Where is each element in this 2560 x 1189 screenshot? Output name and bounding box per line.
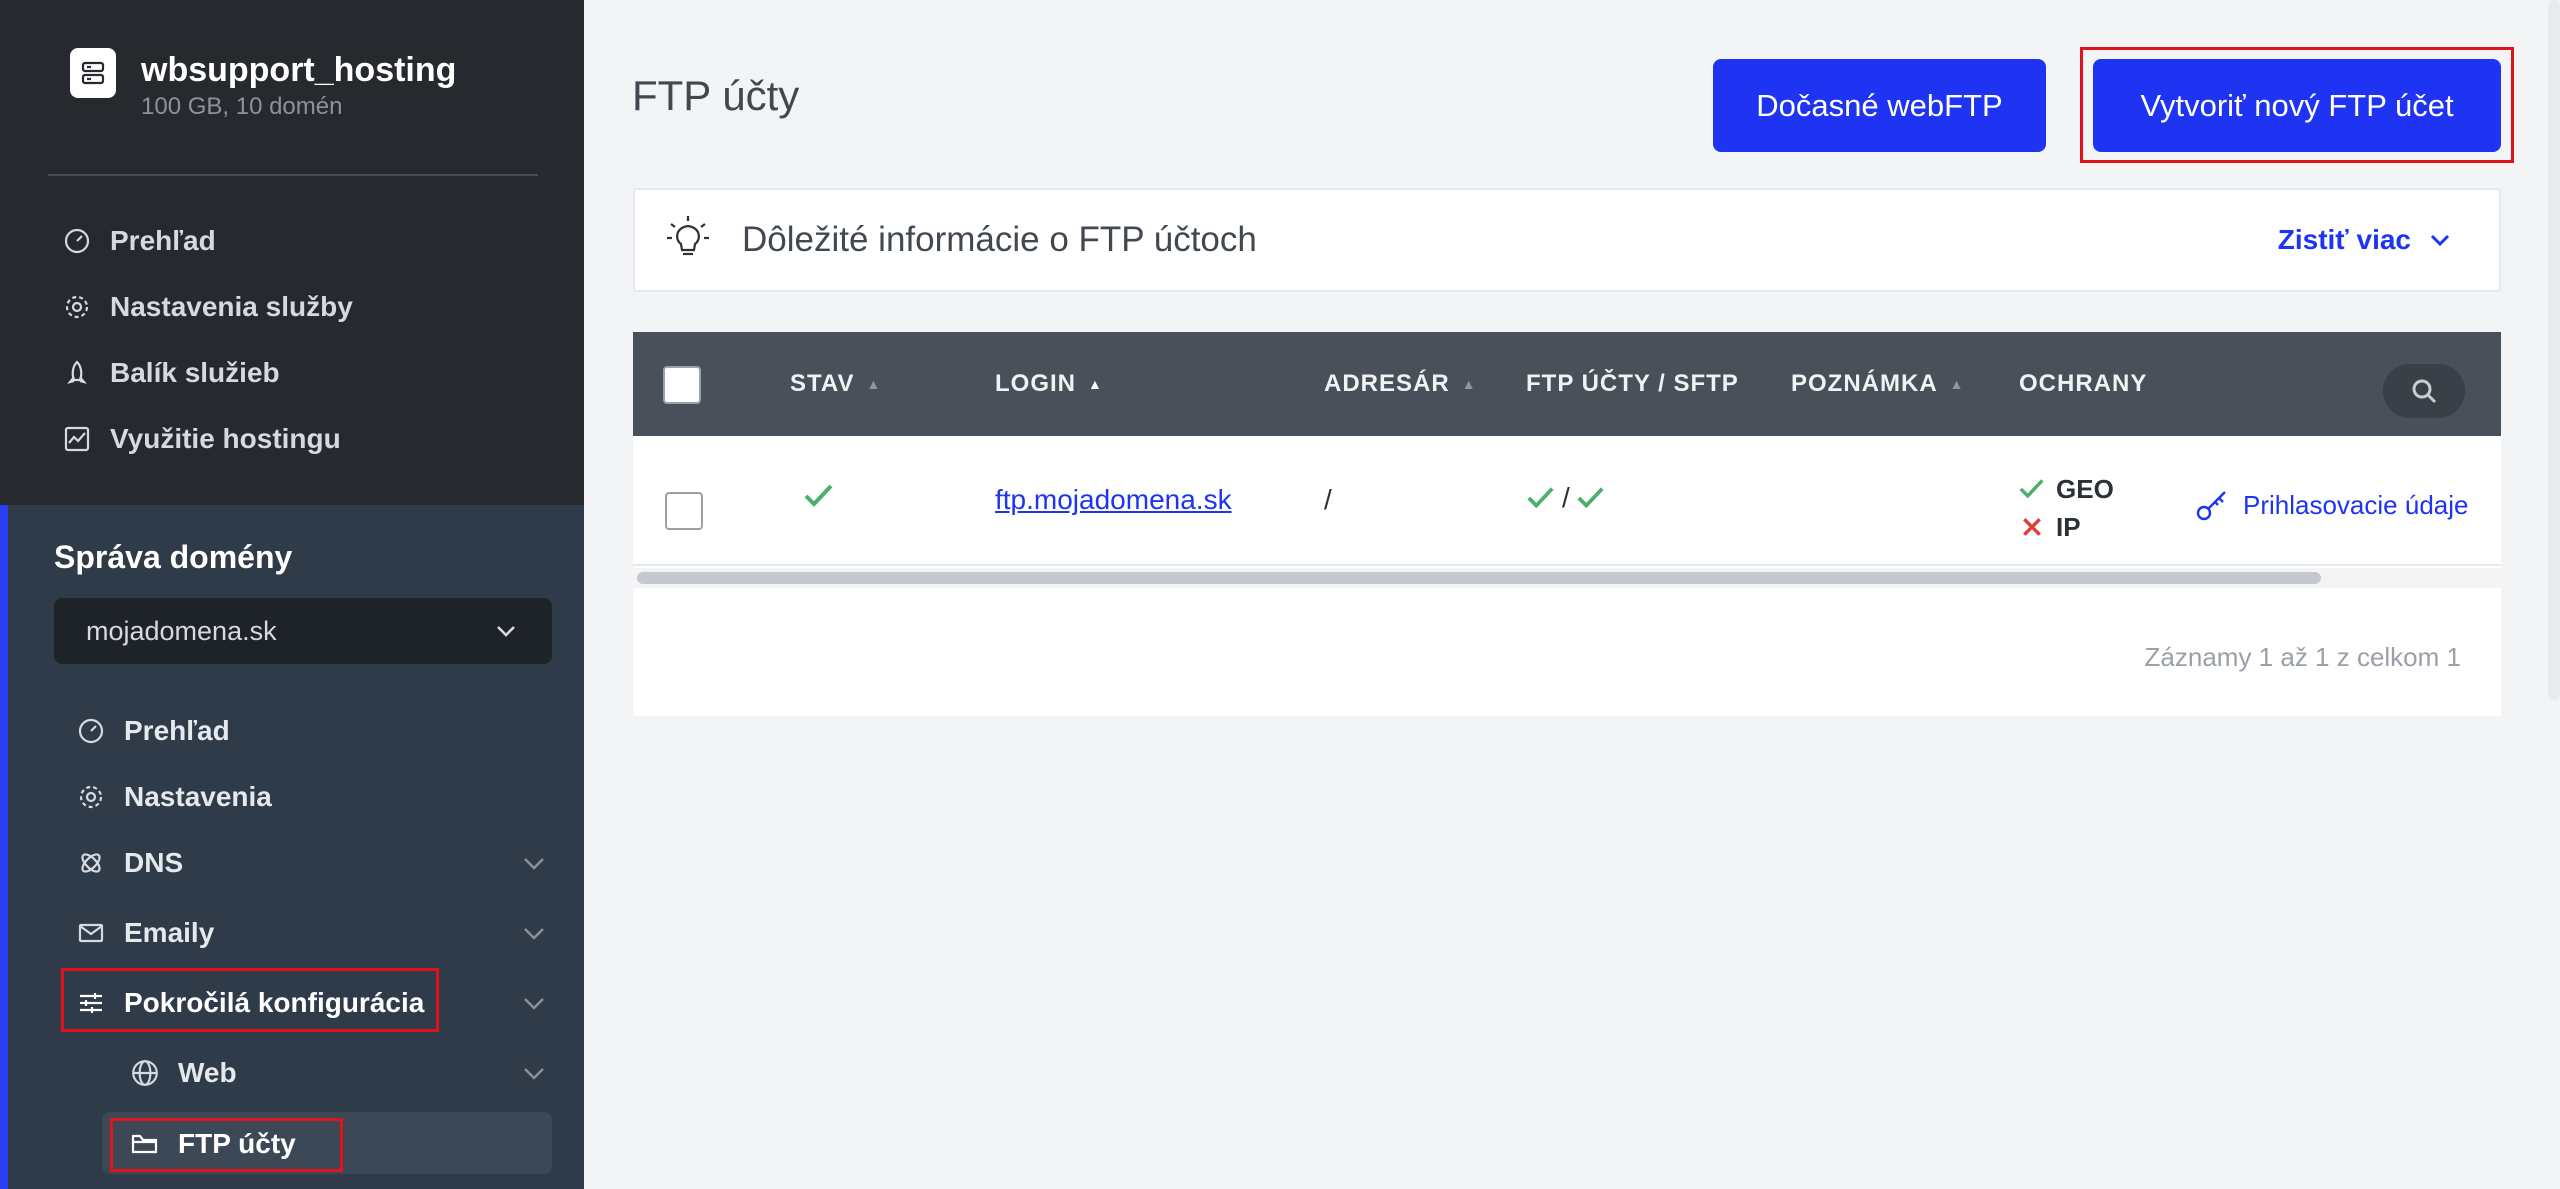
nav-dns[interactable]: DNS [76,847,544,879]
check-icon [2019,479,2044,499]
column-login[interactable]: LOGIN ▲ [995,370,1103,398]
protection-ip-label: IP [2056,511,2081,542]
chevron-down-icon [524,998,544,1010]
column-status[interactable]: STAV ▲ [790,370,881,398]
lightbulb-icon [665,214,711,269]
gauge-icon [62,226,92,256]
dns-icon [76,848,106,878]
ftp-accounts-table: STAV ▲ LOGIN ▲ ADRESÁR ▲ FTP ÚČTY / SFTP PO… [633,332,2501,716]
sort-icon: ▲ [866,376,882,392]
protection-geo-label: GEO [2056,473,2114,504]
learn-more-link[interactable]: Zistiť viac [2278,224,2453,256]
directory-value: / [1324,484,1332,515]
column-status-label: STAV [790,370,855,397]
ftp-sftp-separator: / [1562,482,1570,513]
nav-hosting-usage[interactable]: Využitie hostingu [62,423,341,455]
table-search-button[interactable] [2383,364,2465,418]
ftp-sftp-status: / [1526,482,1606,514]
nav-label: DNS [124,847,184,878]
protection-geo: GEO [2018,470,2114,508]
highlight-ftp-accounts [110,1118,343,1172]
status-ok-icon [803,482,835,517]
globe-icon [130,1058,160,1088]
column-protections-label: OCHRANY [2019,370,2148,397]
column-ftp-sftp: FTP ÚČTY / SFTP [1526,370,1739,398]
learn-more-label: Zistiť viac [2277,224,2411,255]
nav-service-package[interactable]: Balík služieb [62,357,280,389]
highlight-create-button [2080,47,2514,163]
column-protections: OCHRANY [2019,370,2147,398]
chevron-down-icon [524,928,544,940]
sort-asc-icon: ▲ [1088,376,1103,392]
chevron-down-icon [524,858,544,870]
row-checkbox[interactable] [665,492,703,530]
nav-label: Web [178,1057,237,1088]
sort-icon: ▲ [1949,376,1965,392]
domain-section-title: Správa domény [54,539,293,575]
temporary-webftp-button[interactable]: Dočasné webFTP [1713,59,2046,152]
domain-select-value: mojadomena.sk [86,615,277,646]
table-horizontal-scrollbar[interactable] [633,568,2501,588]
account-subtitle: 100 GB, 10 domén [141,93,343,120]
nav-service-settings[interactable]: Nastavenia služby [62,291,353,323]
highlight-advanced-config [61,968,439,1032]
server-icon [70,48,116,98]
check-icon [1527,487,1554,509]
sidebar: wbsupport_hosting 100 GB, 10 domén Prehľ… [0,0,584,1189]
domain-select[interactable]: mojadomena.sk [54,598,552,664]
gauge-icon [76,716,106,746]
check-icon [1577,487,1604,509]
scrollbar-thumb[interactable] [637,572,2321,584]
account-name: wbsupport_hosting [141,51,457,89]
info-text: Dôležité informácie o FTP účtoch [742,220,1257,259]
column-note[interactable]: POZNÁMKA ▲ [1791,370,1965,398]
login-link[interactable]: ftp.mojadomena.sk [995,484,1232,516]
page-scrollbar[interactable] [2548,0,2560,700]
sort-icon: ▲ [1461,376,1477,392]
credentials-label: Prihlasovacie údaje [2243,489,2469,520]
nav-domain-settings[interactable]: Nastavenia [76,781,272,813]
table-row: ftp.mojadomena.sk / / GEO IP Prihlasovac… [633,436,2501,566]
protections-cell: GEO IP [2018,470,2114,546]
column-directory[interactable]: ADRESÁR ▲ [1324,370,1477,398]
select-all-checkbox[interactable] [663,366,701,404]
column-login-label: LOGIN [995,370,1076,397]
rocket-icon [62,358,92,388]
protection-ip: IP [2018,508,2114,546]
account-header[interactable]: wbsupport_hosting 100 GB, 10 domén [70,48,456,122]
nav-label: Emaily [124,917,215,948]
nav-domain-overview[interactable]: Prehľad [76,715,230,747]
nav-label: Prehľad [110,225,216,256]
info-card: Dôležité informácie o FTP účtoch Zistiť … [633,188,2501,292]
nav-label: Nastavenia [124,781,272,812]
nav-label: Využitie hostingu [110,423,341,454]
search-icon [2412,379,2437,404]
nav-web[interactable]: Web [130,1057,544,1089]
credentials-link[interactable]: Prihlasovacie údaje [2195,488,2468,522]
column-ftp-sftp-label: FTP ÚČTY / SFTP [1526,370,1739,397]
nav-label: Nastavenia služby [110,291,353,322]
page-title: FTP účty [632,72,800,119]
gear-icon [62,292,92,322]
table-header: STAV ▲ LOGIN ▲ ADRESÁR ▲ FTP ÚČTY / SFTP PO… [633,332,2501,436]
mail-icon [76,918,106,948]
gear-icon [76,782,106,812]
chevron-down-icon [492,617,520,652]
chart-icon [62,424,92,454]
close-icon [2023,518,2041,536]
key-icon [2196,491,2226,521]
nav-label: Balík služieb [110,357,280,388]
nav-label: Prehľad [124,715,230,746]
chevron-down-icon [2430,234,2450,247]
records-info: Záznamy 1 až 1 z celkom 1 [2144,642,2461,672]
column-note-label: POZNÁMKA [1791,370,1938,397]
column-directory-label: ADRESÁR [1324,370,1450,397]
nav-service-overview[interactable]: Prehľad [62,225,216,257]
nav-emails[interactable]: Emaily [76,917,544,949]
chevron-down-icon [524,1068,544,1080]
sidebar-divider [48,174,538,176]
sidebar-accent-bar [0,505,8,1189]
